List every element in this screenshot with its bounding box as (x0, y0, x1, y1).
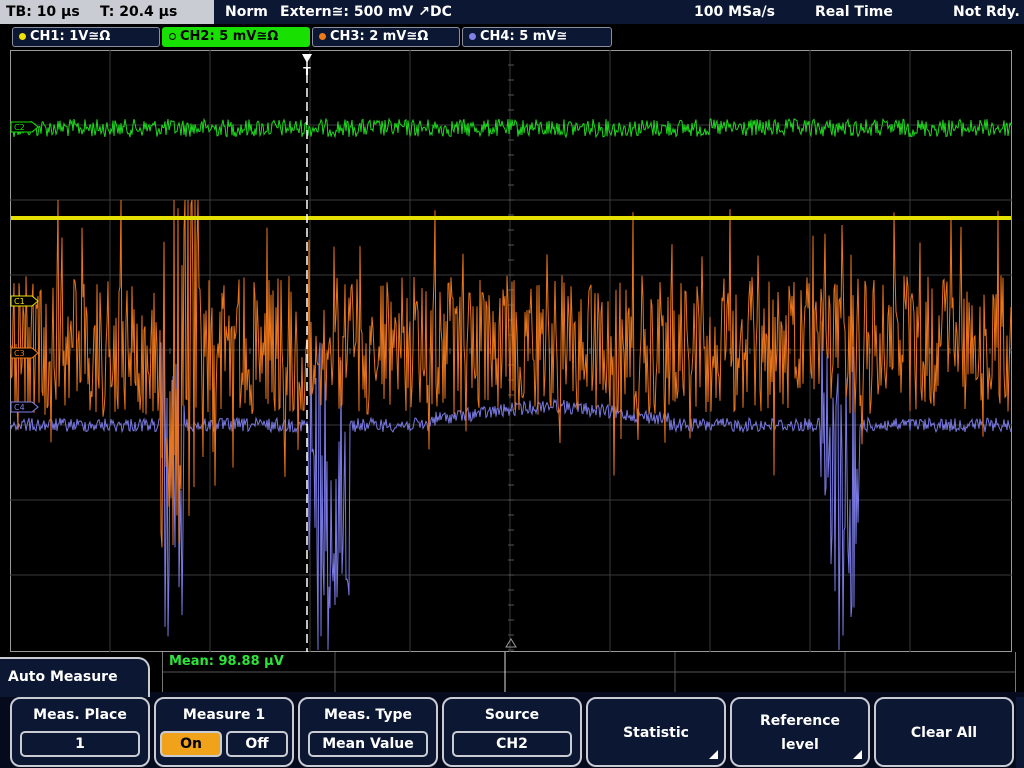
clear-all-softkey[interactable]: Clear All (874, 697, 1014, 767)
clear-all-label: Clear All (910, 725, 978, 741)
svg-text:C1: C1 (14, 297, 25, 306)
menu-title-tab: Auto Measure (0, 657, 150, 697)
measure-off-button[interactable]: Off (226, 731, 288, 757)
softkey-edge (1016, 697, 1024, 768)
submenu-corner-icon (853, 750, 862, 759)
channel-bar: CH1: 1V≅Ω CH2: 5 mV≅Ω CH3: 2 mV≅Ω CH4: 5… (0, 24, 1024, 50)
ch3-offset-marker[interactable]: C3 (10, 347, 39, 359)
channel-tab-ch4[interactable]: CH4: 5 mV≅ (462, 27, 612, 47)
channel-tab-ch2[interactable]: CH2: 5 mV≅Ω (162, 27, 310, 47)
reference-level-label-1: Reference (759, 713, 841, 729)
trigger-mode[interactable]: Norm (225, 0, 268, 24)
timebase-readout: TB: 10 µs (6, 4, 80, 20)
status-bar: TB: 10 µs T: 20.4 µs Norm Extern≅: 500 m… (0, 0, 1024, 24)
statistic-label: Statistic (623, 725, 689, 741)
measure-on-button[interactable]: On (160, 731, 222, 757)
ch4-offset-marker[interactable]: C4 (10, 401, 39, 413)
timebase-box[interactable]: TB: 10 µs T: 20.4 µs (0, 0, 214, 24)
channel-tab-label: CH4: 5 mV≅ (480, 29, 568, 44)
measure-1-label: Measure 1 (182, 707, 266, 723)
svg-text:C4: C4 (14, 403, 25, 412)
acquisition-status: Not Rdy. (953, 4, 1020, 20)
ch1-offset-marker[interactable]: C1 (10, 295, 39, 307)
meas-type-softkey[interactable]: Meas. Type Mean Value (298, 697, 438, 767)
statistic-softkey[interactable]: Statistic (586, 697, 726, 767)
meas-type-label: Meas. Type (324, 707, 412, 723)
submenu-corner-icon (709, 750, 718, 759)
ch3-color-icon (319, 33, 326, 40)
meas-place-softkey[interactable]: Meas. Place 1 (10, 697, 150, 767)
reference-level-softkey[interactable]: Reference level (730, 697, 870, 767)
ch1-color-icon (19, 33, 26, 40)
channel-tab-ch3[interactable]: CH3: 2 mV≅Ω (312, 27, 460, 47)
measure-1-softkey[interactable]: Measure 1 On Off (154, 697, 294, 767)
measurement-mean-value: Mean: 98.88 µV (169, 654, 284, 669)
menu-title: Auto Measure (8, 669, 118, 685)
source-value[interactable]: CH2 (452, 731, 572, 757)
acquisition-mode: Real Time (815, 4, 893, 20)
trigger-time-readout: T: 20.4 µs (100, 4, 178, 20)
waveform-display[interactable]: T C2 C1 C3 C4 (10, 50, 1012, 652)
source-softkey[interactable]: Source CH2 (442, 697, 582, 767)
svg-text:C2: C2 (14, 123, 25, 132)
meas-place-value[interactable]: 1 (20, 731, 140, 757)
svg-text:C3: C3 (14, 349, 25, 358)
ch1-waveform (11, 216, 1011, 220)
reference-level-label-2: level (781, 737, 819, 753)
source-label: Source (484, 707, 540, 723)
channel-tab-label: CH3: 2 mV≅Ω (330, 29, 429, 44)
meas-place-label: Meas. Place (33, 707, 127, 723)
trigger-source[interactable]: Extern≅: 500 mV ↗DC (280, 0, 452, 24)
trigger-marker-label: T (303, 65, 311, 78)
meas-type-value[interactable]: Mean Value (308, 731, 428, 757)
channel-tab-ch1[interactable]: CH1: 1V≅Ω (12, 27, 160, 47)
ch2-color-icon (169, 33, 176, 40)
measurement-result-bar: Mean: 98.88 µV (162, 652, 1016, 693)
channel-tab-label: CH1: 1V≅Ω (30, 29, 111, 44)
sample-rate: 100 MSa/s (694, 4, 776, 20)
ch4-color-icon (469, 33, 476, 40)
ch2-offset-marker[interactable]: C2 (10, 121, 39, 133)
channel-tab-label: CH2: 5 mV≅Ω (180, 29, 279, 44)
